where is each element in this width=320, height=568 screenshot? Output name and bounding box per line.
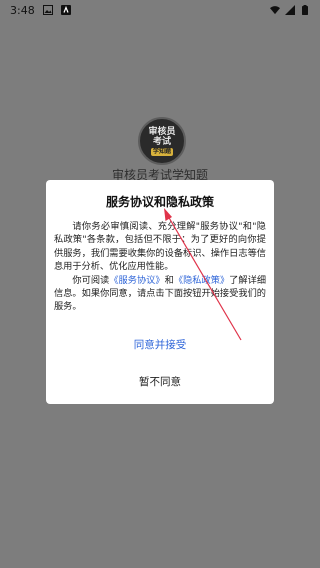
dialog-title: 服务协议和隐私政策 (105, 195, 214, 209)
disagree-button[interactable]: 暂不同意 (46, 374, 274, 389)
dialog-body: 请你务必审慎阅读、充分理解"服务协议"和"隐私政策"各条款，包括但不限于：为了更… (54, 220, 266, 314)
status-bar-right (270, 5, 310, 15)
status-bar: 3:48 (0, 0, 320, 20)
paragraph-2-and: 和 (164, 274, 174, 286)
signal-icon (285, 5, 295, 15)
logo-text-line1: 审核员 (148, 126, 176, 137)
logo-badge: 学知题 (150, 147, 173, 156)
app-notification-icon (60, 5, 71, 15)
battery-icon (300, 5, 310, 15)
gallery-notification-icon (42, 5, 53, 15)
logo-text-line2: 考试 (152, 136, 171, 147)
app-logo: 审核员 考试 学知题 (138, 117, 186, 165)
status-bar-left: 3:48 (10, 4, 71, 17)
dialog-paragraph-2: 你可阅读《服务协议》和《隐私政策》了解详细信息。如果你同意，请点击下面按钮开始接… (54, 274, 266, 314)
status-time: 3:48 (10, 3, 35, 17)
agree-button[interactable]: 同意并接受 (46, 337, 274, 352)
privacy-policy-link[interactable]: 《隐私政策》 (174, 275, 229, 286)
paragraph-2-prefix: 你可阅读 (72, 274, 110, 286)
dialog-paragraph-1: 请你务必审慎阅读、充分理解"服务协议"和"隐私政策"各条款，包括但不限于：为了更… (54, 221, 266, 273)
service-agreement-link[interactable]: 《服务协议》 (109, 275, 164, 286)
privacy-dialog: 服务协议和隐私政策 请你务必审慎阅读、充分理解"服务协议"和"隐私政策"各条款，… (46, 180, 274, 404)
wifi-icon (270, 5, 280, 15)
